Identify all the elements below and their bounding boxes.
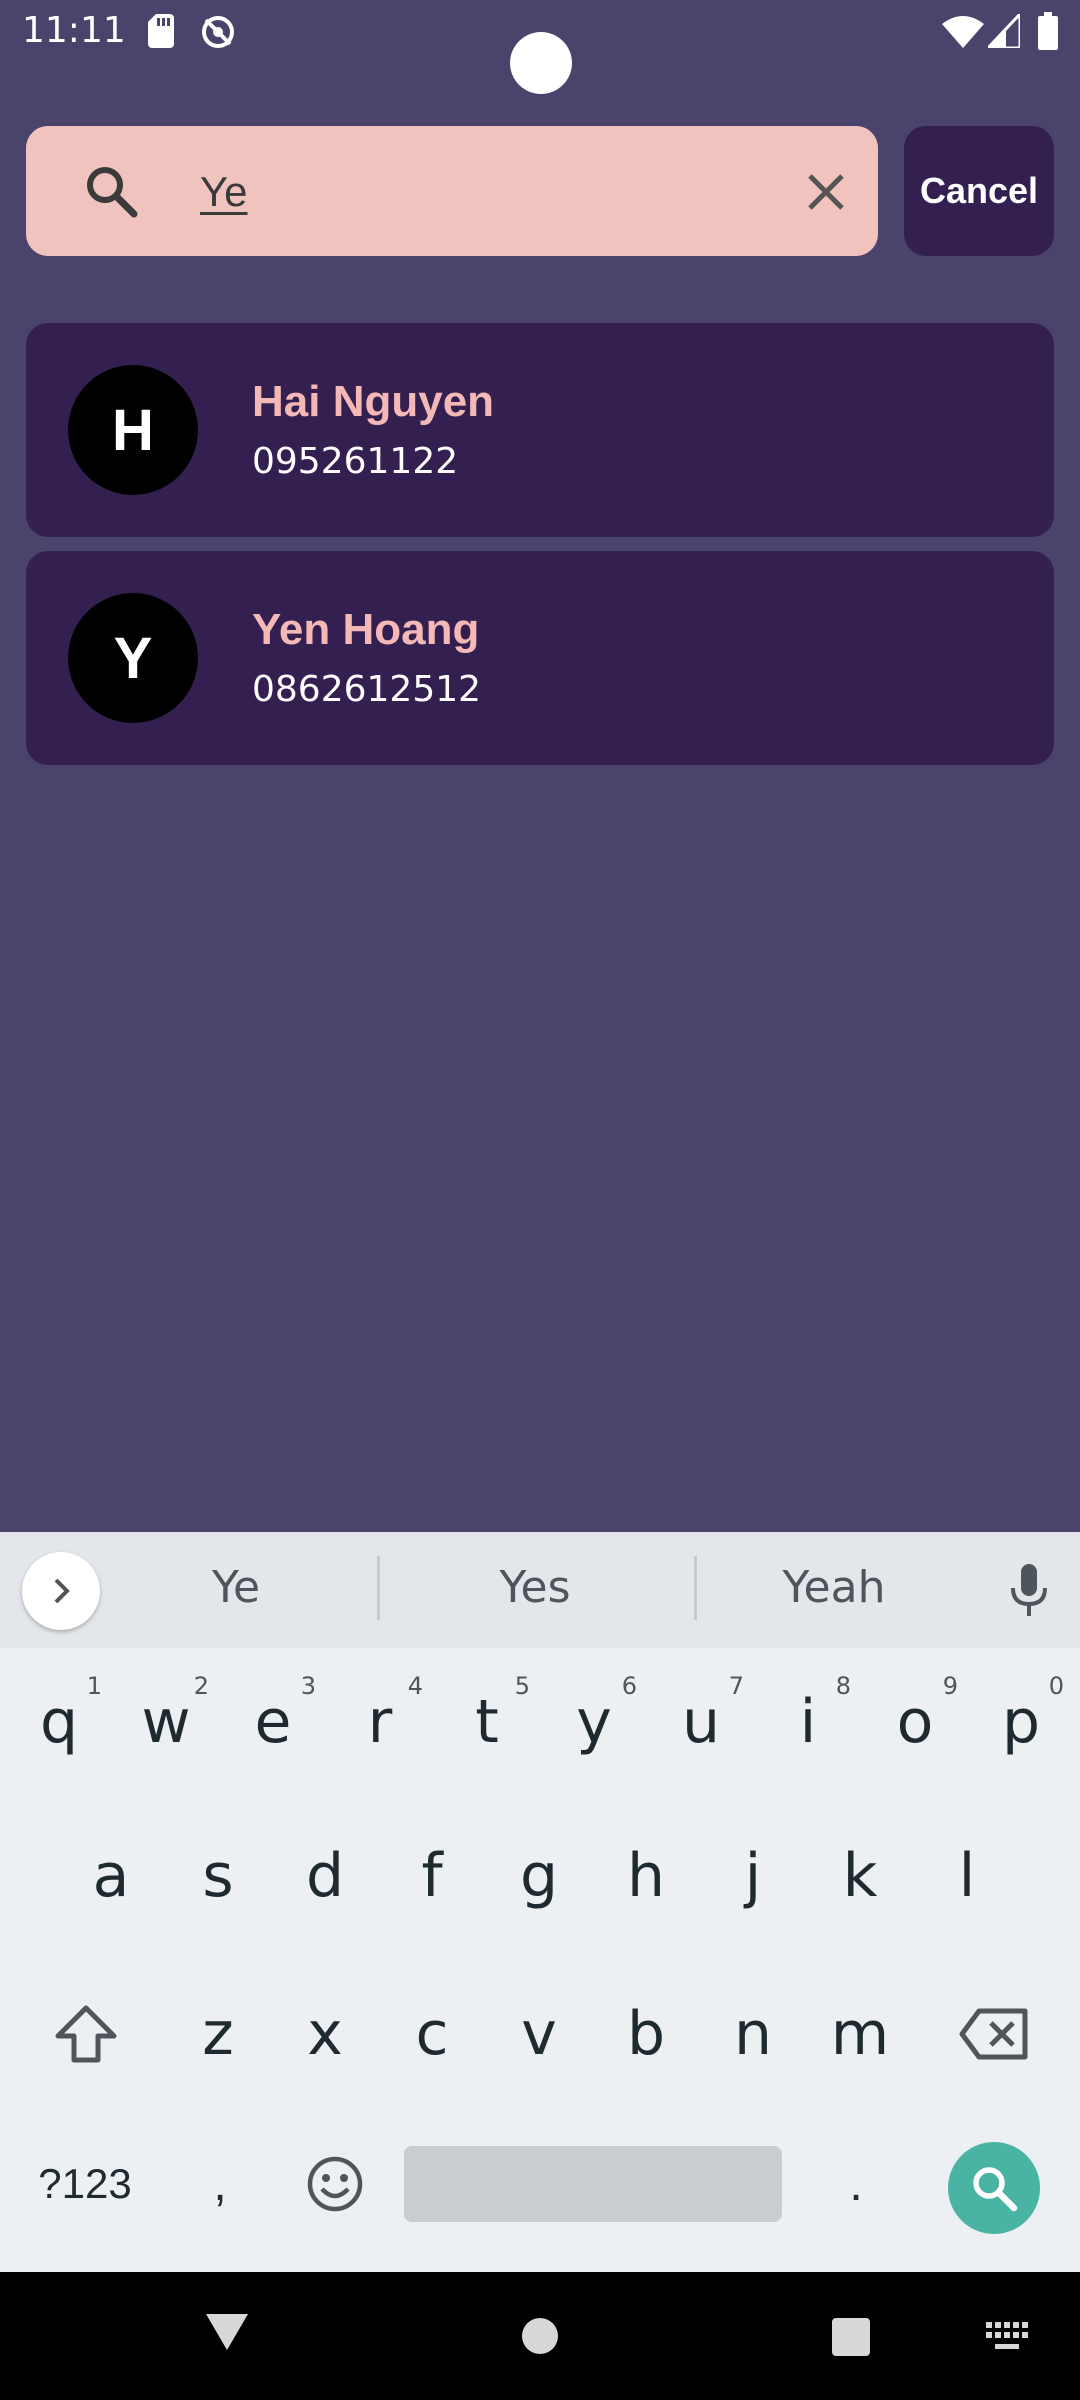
search-action-key[interactable] — [948, 2142, 1040, 2234]
contact-phone: 095261122 — [252, 441, 459, 482]
contact-card[interactable]: H Hai Nguyen 095261122 — [26, 323, 1054, 537]
close-icon[interactable] — [796, 162, 856, 222]
chevron-right-icon — [54, 1578, 70, 1604]
key-f[interactable]: f — [379, 1816, 485, 1936]
expand-toolbar-button[interactable] — [22, 1552, 100, 1630]
contact-phone: 0862612512 — [252, 669, 482, 710]
key-j[interactable]: j — [700, 1816, 806, 1936]
symbols-key[interactable]: ?123 — [20, 2124, 150, 2244]
key-o[interactable]: o9 — [862, 1662, 968, 1782]
search-box[interactable] — [26, 126, 878, 256]
search-icon — [87, 167, 138, 218]
search-input[interactable] — [200, 154, 760, 230]
divider — [694, 1556, 697, 1620]
keyboard-switch-icon[interactable] — [986, 2322, 1030, 2354]
wifi-icon — [942, 16, 984, 48]
camera-cutout — [510, 32, 572, 94]
key-k[interactable]: k — [807, 1816, 913, 1936]
contact-name: Yen Hoang — [252, 605, 480, 654]
navigation-bar — [0, 2272, 1080, 2400]
key-m[interactable]: m — [807, 1974, 913, 2094]
suggestion-item[interactable]: Yeah — [734, 1562, 934, 1613]
divider — [377, 1556, 380, 1620]
backspace-key[interactable] — [934, 1974, 1054, 2094]
key-e[interactable]: e3 — [220, 1662, 326, 1782]
cancel-button[interactable]: Cancel — [904, 126, 1054, 256]
key-h[interactable]: h — [593, 1816, 699, 1936]
key-g[interactable]: g — [486, 1816, 592, 1936]
key-l[interactable]: l — [914, 1816, 1020, 1936]
key-x[interactable]: x — [272, 1974, 378, 2094]
key-a[interactable]: a — [58, 1816, 164, 1936]
signal-icon — [988, 14, 1020, 48]
period-key[interactable]: . — [806, 2124, 906, 2244]
key-n[interactable]: n — [700, 1974, 806, 2094]
key-b[interactable]: b — [593, 1974, 699, 2094]
key-d[interactable]: d — [272, 1816, 378, 1936]
contact-card[interactable]: Y Yen Hoang 0862612512 — [26, 551, 1054, 765]
contact-name: Hai Nguyen — [252, 377, 495, 426]
backspace-icon — [959, 2008, 1028, 2060]
sync-off-icon — [202, 16, 234, 48]
key-y[interactable]: y6 — [541, 1662, 647, 1782]
battery-icon — [1038, 12, 1058, 50]
microphone-icon[interactable] — [1004, 1562, 1054, 1618]
key-c[interactable]: c — [379, 1974, 485, 2094]
key-w[interactable]: w2 — [113, 1662, 219, 1782]
shift-icon — [55, 2005, 117, 2063]
emoji-key[interactable] — [280, 2124, 390, 2244]
key-v[interactable]: v — [486, 1974, 592, 2094]
sd-card-icon — [148, 14, 174, 48]
back-icon[interactable] — [204, 2312, 250, 2352]
status-bar: 11:11 — [0, 0, 1080, 94]
key-q[interactable]: q1 — [6, 1662, 112, 1782]
suggestion-item[interactable]: Yes — [435, 1562, 635, 1613]
key-r[interactable]: r4 — [327, 1662, 433, 1782]
key-t[interactable]: t5 — [434, 1662, 540, 1782]
key-s[interactable]: s — [165, 1816, 271, 1936]
key-p[interactable]: p0 — [968, 1662, 1074, 1782]
recents-icon[interactable] — [832, 2318, 870, 2356]
space-key[interactable] — [404, 2146, 782, 2222]
keyboard: Ye Yes Yeah q1 w2 e3 r4 t5 y6 u7 i8 o9 p… — [0, 1532, 1080, 2272]
avatar: H — [68, 365, 198, 495]
search-icon — [973, 2167, 1018, 2212]
emoji-icon — [307, 2156, 363, 2212]
status-time: 11:11 — [22, 10, 126, 51]
home-icon[interactable] — [522, 2318, 558, 2354]
comma-key[interactable]: , — [170, 2124, 270, 2244]
avatar: Y — [68, 593, 198, 723]
key-u[interactable]: u7 — [648, 1662, 754, 1782]
key-z[interactable]: z — [165, 1974, 271, 2094]
suggestion-bar: Ye Yes Yeah — [0, 1532, 1080, 1648]
shift-key[interactable] — [26, 1974, 146, 2094]
key-i[interactable]: i8 — [755, 1662, 861, 1782]
suggestion-item[interactable]: Ye — [136, 1562, 336, 1613]
